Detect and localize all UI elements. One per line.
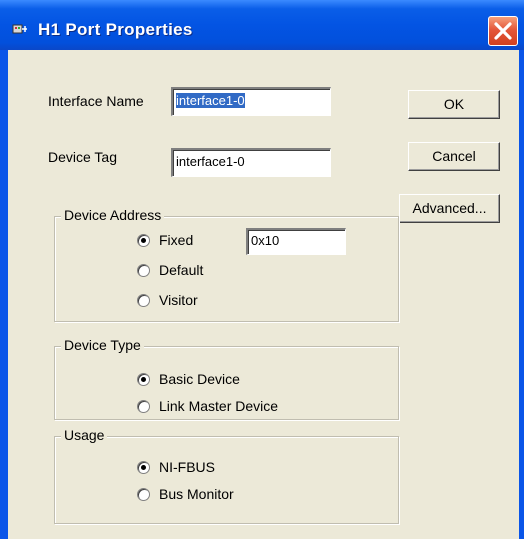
radio-button-icon — [137, 461, 150, 474]
window-title: H1 Port Properties — [38, 20, 193, 39]
device-address-title: Device Address — [61, 207, 165, 223]
device-type-group: Device Type Basic Device Link Master Dev… — [54, 337, 399, 420]
interface-name-label: Interface Name — [48, 93, 144, 109]
dialog-window: H1 Port Properties Interface Name interf… — [0, 0, 524, 539]
radio-label: Bus Monitor — [159, 486, 234, 502]
radio-label: NI-FBUS — [159, 459, 215, 475]
cancel-button[interactable]: Cancel — [408, 142, 500, 171]
close-button[interactable] — [488, 16, 518, 46]
fixed-address-field[interactable]: 0x10 — [246, 228, 346, 255]
close-icon — [494, 22, 512, 40]
interface-name-value: interface1-0 — [176, 93, 245, 108]
radio-label: Visitor — [159, 292, 198, 308]
device-type-title: Device Type — [61, 337, 144, 353]
ok-button[interactable]: OK — [408, 90, 500, 119]
radio-button-icon — [137, 234, 150, 247]
title-bar[interactable]: H1 Port Properties — [0, 0, 524, 50]
advanced-button[interactable]: Advanced... — [399, 194, 500, 223]
device-address-group: Device Address Fixed 0x10 Default Visito… — [54, 207, 399, 322]
radio-button-icon — [137, 488, 150, 501]
network-port-icon — [12, 24, 27, 34]
radio-button-icon — [137, 294, 150, 307]
usage-group: Usage NI-FBUS Bus Monitor — [54, 427, 399, 524]
radio-label: Default — [159, 262, 204, 278]
radio-button-icon — [137, 264, 150, 277]
usage-title: Usage — [61, 427, 108, 443]
dialog-client-area: Interface Name interface1-0 Device Tag i… — [8, 50, 519, 539]
radio-label: Link Master Device — [159, 398, 279, 414]
interface-name-field[interactable]: interface1-0 — [171, 87, 331, 116]
radio-label: Fixed — [159, 232, 194, 248]
device-tag-field[interactable]: interface1-0 — [171, 148, 331, 177]
radio-button-icon — [137, 373, 150, 386]
radio-button-icon — [137, 400, 150, 413]
device-tag-label: Device Tag — [48, 149, 118, 165]
radio-label: Basic Device — [159, 371, 240, 387]
